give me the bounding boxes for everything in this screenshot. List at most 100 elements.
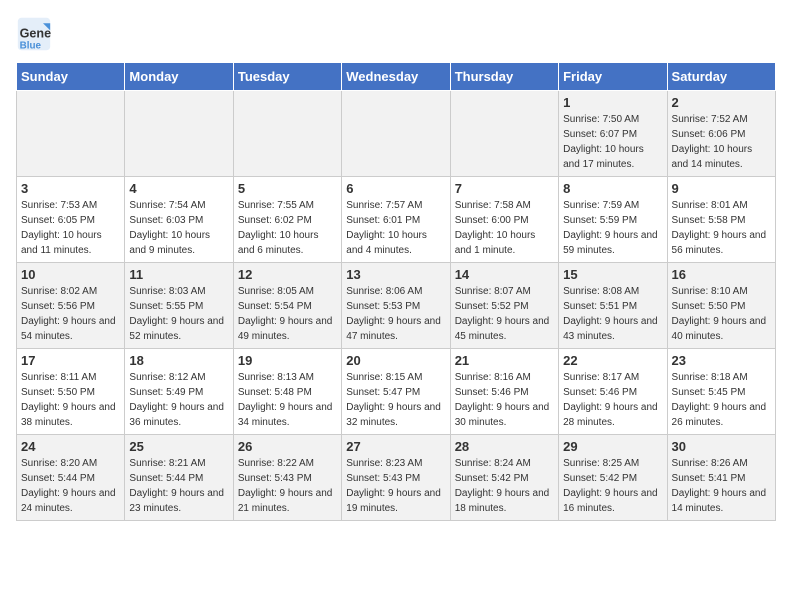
day-number: 2 [672, 95, 771, 110]
day-info: Sunrise: 7:53 AM Sunset: 6:05 PM Dayligh… [21, 198, 120, 258]
day-number: 16 [672, 267, 771, 282]
day-number: 15 [563, 267, 662, 282]
calendar-cell: 30 Sunrise: 8:26 AM Sunset: 5:41 PM Dayli… [667, 435, 775, 521]
day-info: Sunrise: 8:01 AM Sunset: 5:58 PM Dayligh… [672, 198, 771, 258]
day-info: Sunrise: 8:08 AM Sunset: 5:51 PM Dayligh… [563, 284, 662, 344]
day-info: Sunrise: 8:21 AM Sunset: 5:44 PM Dayligh… [129, 456, 228, 516]
calendar-cell: 20Sunrise: 8:15 AM Sunset: 5:47 PM Dayli… [342, 349, 450, 435]
calendar-cell: 24Sunrise: 8:20 AM Sunset: 5:44 PM Dayli… [17, 435, 125, 521]
calendar-cell: 10 Sunrise: 8:02 AM Sunset: 5:56 PM Dayli… [17, 263, 125, 349]
day-number: 22 [563, 353, 662, 368]
weekday-header-row: SundayMondayTuesdayWednesdayThursdayFrid… [17, 63, 776, 91]
calendar-header: SundayMondayTuesdayWednesdayThursdayFrid… [17, 63, 776, 91]
calendar-cell: 27 Sunrise: 8:23 AM Sunset: 5:43 PM Dayli… [342, 435, 450, 521]
day-info: Sunrise: 8:26 AM Sunset: 5:41 PM Dayligh… [672, 456, 771, 516]
calendar-cell: 1Sunrise: 7:50 AM Sunset: 6:07 PM Daylig… [559, 91, 667, 177]
day-number: 26 [238, 439, 337, 454]
weekday-header-sunday: Sunday [17, 63, 125, 91]
calendar-cell: 29 Sunrise: 8:25 AM Sunset: 5:42 PM Dayli… [559, 435, 667, 521]
day-info: Sunrise: 8:17 AM Sunset: 5:46 PM Dayligh… [563, 370, 662, 430]
calendar-cell: 2 Sunrise: 7:52 AM Sunset: 6:06 PM Daylig… [667, 91, 775, 177]
day-number: 20 [346, 353, 445, 368]
day-number: 14 [455, 267, 554, 282]
day-number: 8 [563, 181, 662, 196]
day-info: Sunrise: 8:07 AM Sunset: 5:52 PM Dayligh… [455, 284, 554, 344]
day-info: Sunrise: 7:58 AM Sunset: 6:00 PM Dayligh… [455, 198, 554, 258]
day-info: Sunrise: 8:23 AM Sunset: 5:43 PM Dayligh… [346, 456, 445, 516]
weekday-header-saturday: Saturday [667, 63, 775, 91]
calendar-cell: 6Sunrise: 7:57 AM Sunset: 6:01 PM Daylig… [342, 177, 450, 263]
day-number: 25 [129, 439, 228, 454]
calendar-cell: 9 Sunrise: 8:01 AM Sunset: 5:58 PM Daylig… [667, 177, 775, 263]
day-info: Sunrise: 8:11 AM Sunset: 5:50 PM Dayligh… [21, 370, 120, 430]
calendar-cell: 23Sunrise: 8:18 AM Sunset: 5:45 PM Dayli… [667, 349, 775, 435]
day-number: 29 [563, 439, 662, 454]
calendar-table: SundayMondayTuesdayWednesdayThursdayFrid… [16, 62, 776, 521]
day-info: Sunrise: 8:16 AM Sunset: 5:46 PM Dayligh… [455, 370, 554, 430]
calendar-cell: 18 Sunrise: 8:12 AM Sunset: 5:49 PM Dayli… [125, 349, 233, 435]
day-number: 7 [455, 181, 554, 196]
calendar-week-0: 1Sunrise: 7:50 AM Sunset: 6:07 PM Daylig… [17, 91, 776, 177]
day-info: Sunrise: 8:24 AM Sunset: 5:42 PM Dayligh… [455, 456, 554, 516]
header: General Blue [16, 16, 776, 52]
weekday-header-thursday: Thursday [450, 63, 558, 91]
day-number: 23 [672, 353, 771, 368]
day-number: 30 [672, 439, 771, 454]
svg-text:Blue: Blue [20, 40, 42, 51]
day-info: Sunrise: 8:12 AM Sunset: 5:49 PM Dayligh… [129, 370, 228, 430]
day-number: 13 [346, 267, 445, 282]
calendar-cell: 11 Sunrise: 8:03 AM Sunset: 5:55 PM Dayli… [125, 263, 233, 349]
svg-text:General: General [20, 27, 52, 41]
calendar-cell [342, 91, 450, 177]
day-info: Sunrise: 8:06 AM Sunset: 5:53 PM Dayligh… [346, 284, 445, 344]
day-number: 24 [21, 439, 120, 454]
calendar-week-1: 3Sunrise: 7:53 AM Sunset: 6:05 PM Daylig… [17, 177, 776, 263]
calendar-week-2: 10 Sunrise: 8:02 AM Sunset: 5:56 PM Dayli… [17, 263, 776, 349]
calendar-cell: 3Sunrise: 7:53 AM Sunset: 6:05 PM Daylig… [17, 177, 125, 263]
calendar-week-4: 24Sunrise: 8:20 AM Sunset: 5:44 PM Dayli… [17, 435, 776, 521]
calendar-week-3: 17 Sunrise: 8:11 AM Sunset: 5:50 PM Dayli… [17, 349, 776, 435]
day-info: Sunrise: 7:57 AM Sunset: 6:01 PM Dayligh… [346, 198, 445, 258]
day-number: 9 [672, 181, 771, 196]
calendar-cell: 17 Sunrise: 8:11 AM Sunset: 5:50 PM Dayli… [17, 349, 125, 435]
day-info: Sunrise: 8:25 AM Sunset: 5:42 PM Dayligh… [563, 456, 662, 516]
logo-icon: General Blue [16, 16, 52, 52]
day-info: Sunrise: 7:50 AM Sunset: 6:07 PM Dayligh… [563, 112, 662, 172]
day-number: 19 [238, 353, 337, 368]
day-info: Sunrise: 7:54 AM Sunset: 6:03 PM Dayligh… [129, 198, 228, 258]
day-info: Sunrise: 8:03 AM Sunset: 5:55 PM Dayligh… [129, 284, 228, 344]
day-number: 17 [21, 353, 120, 368]
calendar-cell: 28Sunrise: 8:24 AM Sunset: 5:42 PM Dayli… [450, 435, 558, 521]
day-info: Sunrise: 7:59 AM Sunset: 5:59 PM Dayligh… [563, 198, 662, 258]
calendar-cell: 21 Sunrise: 8:16 AM Sunset: 5:46 PM Dayli… [450, 349, 558, 435]
day-info: Sunrise: 7:55 AM Sunset: 6:02 PM Dayligh… [238, 198, 337, 258]
calendar-cell: 7 Sunrise: 7:58 AM Sunset: 6:00 PM Daylig… [450, 177, 558, 263]
calendar-cell [17, 91, 125, 177]
page: General Blue SundayMondayTuesdayWednesda… [0, 0, 792, 537]
calendar-cell: 16Sunrise: 8:10 AM Sunset: 5:50 PM Dayli… [667, 263, 775, 349]
calendar-cell: 19Sunrise: 8:13 AM Sunset: 5:48 PM Dayli… [233, 349, 341, 435]
weekday-header-friday: Friday [559, 63, 667, 91]
calendar-cell: 25 Sunrise: 8:21 AM Sunset: 5:44 PM Dayli… [125, 435, 233, 521]
calendar-cell [450, 91, 558, 177]
day-info: Sunrise: 8:05 AM Sunset: 5:54 PM Dayligh… [238, 284, 337, 344]
day-number: 21 [455, 353, 554, 368]
day-number: 12 [238, 267, 337, 282]
day-number: 18 [129, 353, 228, 368]
calendar-cell: 5Sunrise: 7:55 AM Sunset: 6:02 PM Daylig… [233, 177, 341, 263]
calendar-cell: 14 Sunrise: 8:07 AM Sunset: 5:52 PM Dayli… [450, 263, 558, 349]
calendar-cell [233, 91, 341, 177]
weekday-header-monday: Monday [125, 63, 233, 91]
calendar-cell: 15 Sunrise: 8:08 AM Sunset: 5:51 PM Dayli… [559, 263, 667, 349]
day-number: 10 [21, 267, 120, 282]
day-info: Sunrise: 8:22 AM Sunset: 5:43 PM Dayligh… [238, 456, 337, 516]
weekday-header-tuesday: Tuesday [233, 63, 341, 91]
day-info: Sunrise: 7:52 AM Sunset: 6:06 PM Dayligh… [672, 112, 771, 172]
calendar-body: 1Sunrise: 7:50 AM Sunset: 6:07 PM Daylig… [17, 91, 776, 521]
calendar-cell: 4Sunrise: 7:54 AM Sunset: 6:03 PM Daylig… [125, 177, 233, 263]
weekday-header-wednesday: Wednesday [342, 63, 450, 91]
calendar-cell: 12 Sunrise: 8:05 AM Sunset: 5:54 PM Dayli… [233, 263, 341, 349]
day-number: 27 [346, 439, 445, 454]
day-info: Sunrise: 8:02 AM Sunset: 5:56 PM Dayligh… [21, 284, 120, 344]
day-number: 11 [129, 267, 228, 282]
